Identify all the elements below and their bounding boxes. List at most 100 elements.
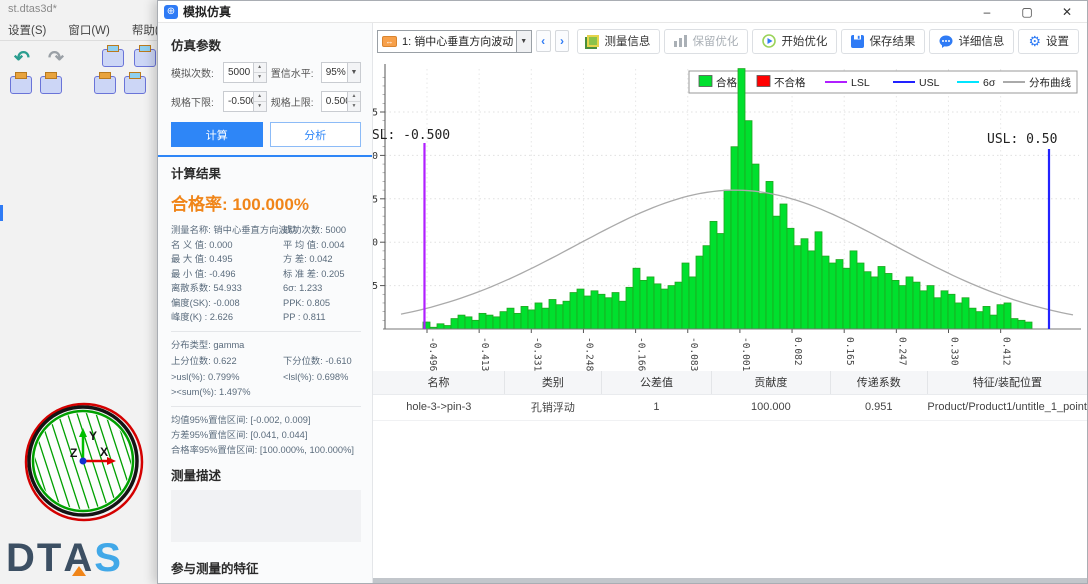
results-area: ↔ 1: 销中心垂直方向波动 ▼ ‹ › 测量信息 保留优化 开始优化 保存结果… xyxy=(360,23,1087,583)
cube-tool-icon[interactable] xyxy=(124,72,146,94)
undo-icon[interactable]: ↶ xyxy=(10,46,34,70)
redo-icon[interactable]: ↷ xyxy=(44,46,68,70)
sim-count-input[interactable] xyxy=(224,63,253,82)
analyze-button[interactable]: 分析 xyxy=(269,122,361,147)
svg-text:25: 25 xyxy=(373,281,378,292)
upper-spec-label: 规格上限: xyxy=(270,98,314,109)
lower-spec-spinner[interactable]: ▲ ▼ xyxy=(252,92,266,111)
background-window-title: st.dtas3d* xyxy=(8,3,57,15)
lower-quantile: 下分位数: -0.610 xyxy=(283,355,352,366)
confidence-value: 95% xyxy=(325,67,346,78)
svg-text:-0.083: -0.083 xyxy=(688,337,699,371)
menu-settings[interactable]: 设置(S) xyxy=(8,22,46,38)
part-tool-icon[interactable] xyxy=(134,45,156,67)
feature-link[interactable]: Product/Product1/untitle_1_point xyxy=(927,394,1087,421)
lower-spec-label: 规格下限: xyxy=(171,98,214,109)
svg-text:-0.001: -0.001 xyxy=(740,337,751,371)
measured-features-list: Product: Product1: Base: Base: pin-3 Pro… xyxy=(171,582,361,583)
contribution-table: 名称 类别 公差值 贡献度 传递系数 特征/装配位置 hole-3->pin-3… xyxy=(373,371,1087,421)
close-button[interactable]: ✕ xyxy=(1047,1,1087,22)
col-category[interactable]: 类别 xyxy=(504,371,602,395)
upper-spec-spinner[interactable]: ▲ ▼ xyxy=(347,92,360,111)
col-tolerance[interactable]: 公差值 xyxy=(601,371,713,395)
svg-text:-0.496: -0.496 xyxy=(427,337,438,371)
part-circle-view: Y Z X xyxy=(22,400,144,522)
save-results-button[interactable]: 保存结果 xyxy=(841,28,926,54)
col-coefficient[interactable]: 传递系数 xyxy=(830,371,928,395)
upper-spec-input[interactable] xyxy=(321,92,347,111)
stat-nominal: 名 义 值: 0.000 xyxy=(171,239,233,250)
svg-text:0.330: 0.330 xyxy=(949,337,960,366)
svg-text:6σ: 6σ xyxy=(983,77,996,89)
stat-ppk: PPK: 0.805 xyxy=(283,297,331,308)
under-lsl-pct: <lsl(%): 0.698% xyxy=(283,371,349,382)
svg-text:-0.331: -0.331 xyxy=(531,337,542,371)
measurement-description-input[interactable] xyxy=(171,489,361,542)
next-measurement-button[interactable]: › xyxy=(554,30,570,52)
sim-count-field: ▲▼ xyxy=(223,62,267,83)
settings-button[interactable]: ⚙ 设置 xyxy=(1018,28,1079,54)
histogram-bars xyxy=(422,68,1033,330)
measurement-select[interactable]: ↔ 1: 销中心垂直方向波动 ▼ xyxy=(377,29,532,53)
measurement-toolbar: ↔ 1: 销中心垂直方向波动 ▼ ‹ › 测量信息 保留优化 开始优化 保存结果… xyxy=(373,23,1087,59)
gear-icon: ⚙ xyxy=(1028,32,1041,49)
mean-ci: 均值95%置信区间: [-0.002, 0.009] xyxy=(171,414,311,425)
params-section-title: 仿真参数 xyxy=(171,39,222,53)
svg-text:LSL: -0.500: LSL: -0.500 xyxy=(373,128,450,143)
stat-variance: 方 差: 0.042 xyxy=(283,254,333,264)
chevron-down-icon: ▼ xyxy=(515,30,531,52)
stat-pp: PP : 0.811 xyxy=(283,312,326,322)
confidence-select[interactable]: 95% ▼ xyxy=(320,62,361,83)
measure-tool-icon[interactable] xyxy=(94,72,116,94)
bar-chart-icon xyxy=(674,35,688,47)
simulation-dialog: ⊕ 模拟仿真 – ▢ ✕ 仿真参数 模拟次数: ▲▼ 置信水平: 95% ▼ xyxy=(157,0,1088,584)
dialog-title: 模拟仿真 xyxy=(183,5,232,19)
legend-swatch-0 xyxy=(698,75,713,87)
chat-bubble-icon xyxy=(939,35,953,48)
measurement-info-button[interactable]: 测量信息 xyxy=(577,28,661,54)
svg-text:0.247: 0.247 xyxy=(896,337,907,366)
assembly-tool-icon[interactable] xyxy=(102,45,124,67)
stat-skewness: 偏度(SK): -0.008 xyxy=(171,297,240,308)
stat-stddev: 标 准 差: 0.205 xyxy=(283,268,345,279)
axis-y-label: Y xyxy=(89,429,97,443)
col-name[interactable]: 名称 xyxy=(373,371,506,395)
col-feature[interactable]: 特征/装配位置 xyxy=(927,371,1087,395)
histogram-chart: 25 50 75 100 125 -0.496 -0.413 -0.331 -0.248 -0.1… xyxy=(360,59,1087,372)
3d-viewport[interactable]: Y Z X xyxy=(12,386,157,541)
menu-divider xyxy=(0,40,160,41)
menu-bar: 设置(S) 窗口(W) 帮助(H) xyxy=(8,22,171,38)
stat-mean: 平 均 值: 0.004 xyxy=(283,239,345,250)
calculate-button[interactable]: 计算 xyxy=(171,122,263,147)
col-contribution[interactable]: 贡献度 xyxy=(711,371,831,395)
start-optimization-button[interactable]: 开始优化 xyxy=(752,28,838,54)
chevron-down-icon: ▼ xyxy=(347,63,360,82)
svg-text:-0.248: -0.248 xyxy=(583,337,594,371)
background-toolbar-row2 xyxy=(10,72,146,94)
measurement-icon: ↔ xyxy=(382,35,397,47)
stat-min: 最 小 值: -0.496 xyxy=(171,268,236,279)
lower-spec-input[interactable] xyxy=(224,92,253,111)
fixture-tool2-icon[interactable] xyxy=(40,72,62,94)
prev-measurement-button[interactable]: ‹ xyxy=(535,30,551,52)
menu-window[interactable]: 窗口(W) xyxy=(68,22,110,38)
histogram-svg: 25 50 75 100 125 -0.496 -0.413 -0.331 -0.248 -0.1… xyxy=(360,64,1081,372)
table-row[interactable]: hole-3->pin-3 孔销浮动 1 100.000 0.951 Produ… xyxy=(373,394,1087,421)
stat-kurtosis: 峰度(K) : 2.626 xyxy=(171,312,234,322)
stat-measure-name: 测量名称: 销中心垂直方向波动 xyxy=(171,225,298,235)
maximize-button[interactable]: ▢ xyxy=(1007,1,1047,22)
lower-spec-field: ▲▼ xyxy=(223,91,267,112)
play-icon xyxy=(762,34,777,48)
svg-text:不合格: 不合格 xyxy=(774,76,806,89)
dialog-titlebar[interactable]: ⊕ 模拟仿真 – ▢ ✕ xyxy=(158,1,1087,23)
fixture-tool-icon[interactable] xyxy=(10,72,32,94)
upper-quantile: 上分位数: 0.622 xyxy=(171,355,237,366)
keep-optimization-button[interactable]: 保留优化 xyxy=(664,28,749,54)
svg-text:LSL: LSL xyxy=(851,77,870,89)
detail-info-button[interactable]: 详细信息 xyxy=(929,28,1015,54)
confidence-label: 置信水平: xyxy=(270,69,314,80)
minimize-button[interactable]: – xyxy=(967,1,1007,22)
sim-count-spinner[interactable]: ▲ ▼ xyxy=(252,63,266,82)
pass-rate: 合格率: 100.000% xyxy=(171,195,309,214)
axis-x-label: X xyxy=(100,445,108,459)
